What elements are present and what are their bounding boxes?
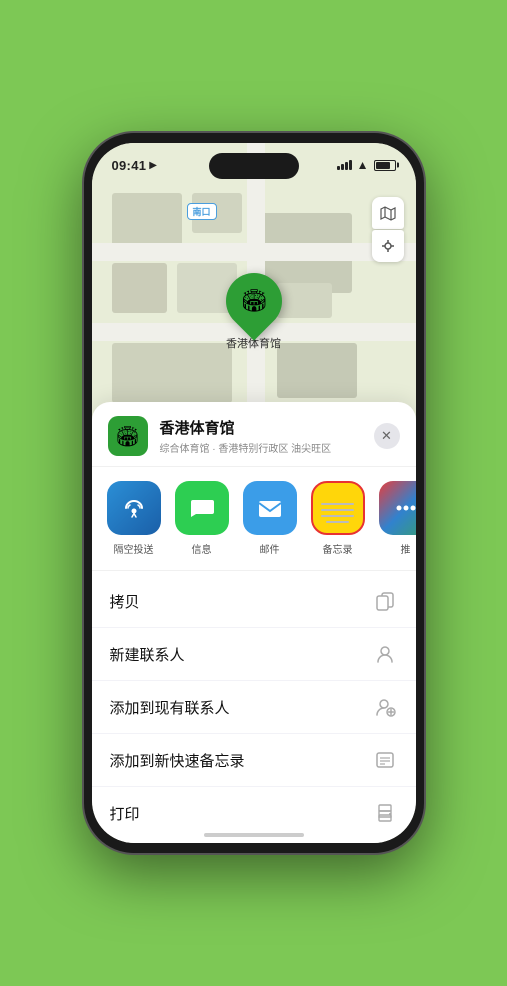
action-list: 拷贝 新建联系人 bbox=[92, 571, 416, 843]
pin-emoji: 🏟 bbox=[240, 288, 268, 314]
share-item-notes[interactable]: 备忘录 bbox=[308, 481, 368, 556]
new-contact-icon bbox=[372, 641, 398, 667]
notes-label: 备忘录 bbox=[323, 541, 353, 556]
status-time: 09:41 bbox=[112, 158, 147, 173]
action-add-existing-label: 添加到现有联系人 bbox=[110, 697, 230, 718]
action-add-existing-contact[interactable]: 添加到现有联系人 bbox=[92, 681, 416, 734]
message-icon bbox=[175, 481, 229, 535]
action-print[interactable]: 打印 bbox=[92, 787, 416, 839]
airdrop-icon bbox=[107, 481, 161, 535]
action-copy-label: 拷贝 bbox=[110, 591, 140, 612]
battery-icon bbox=[374, 160, 396, 171]
action-copy[interactable]: 拷贝 bbox=[92, 575, 416, 628]
action-new-contact[interactable]: 新建联系人 bbox=[92, 628, 416, 681]
mail-icon bbox=[243, 481, 297, 535]
location-arrow-icon: ▶ bbox=[149, 160, 157, 171]
dynamic-island bbox=[209, 153, 299, 179]
close-button[interactable]: ✕ bbox=[374, 423, 400, 449]
share-row: 隔空投送 信息 bbox=[92, 467, 416, 571]
message-label: 信息 bbox=[192, 541, 212, 556]
location-button[interactable] bbox=[372, 230, 404, 262]
venue-name: 香港体育馆 bbox=[160, 417, 362, 438]
add-contact-icon bbox=[372, 694, 398, 720]
phone-frame: 09:41 ▶ ▲ bbox=[84, 133, 424, 853]
share-item-airdrop[interactable]: 隔空投送 bbox=[104, 481, 164, 556]
venue-subtitle: 综合体育馆 · 香港特别行政区 油尖旺区 bbox=[160, 440, 362, 455]
mail-label: 邮件 bbox=[260, 541, 280, 556]
map-label: 南口 bbox=[187, 203, 217, 220]
pin-marker: 🏟 bbox=[214, 261, 293, 340]
share-item-mail[interactable]: 邮件 bbox=[240, 481, 300, 556]
phone-screen: 09:41 ▶ ▲ bbox=[92, 143, 416, 843]
printer-icon bbox=[372, 800, 398, 826]
bottom-sheet: 🏟 香港体育馆 综合体育馆 · 香港特别行政区 油尖旺区 ✕ bbox=[92, 402, 416, 843]
quick-note-icon bbox=[372, 747, 398, 773]
share-item-more[interactable]: 推 bbox=[376, 481, 416, 556]
status-icons: ▲ bbox=[337, 158, 396, 172]
more-icon bbox=[379, 481, 416, 535]
location-pin: 🏟 香港体育馆 bbox=[226, 273, 282, 351]
home-indicator bbox=[204, 833, 304, 837]
action-print-label: 打印 bbox=[110, 803, 140, 824]
airdrop-label: 隔空投送 bbox=[114, 541, 154, 556]
venue-icon: 🏟 bbox=[108, 416, 148, 456]
venue-info: 香港体育馆 综合体育馆 · 香港特别行政区 油尖旺区 bbox=[160, 417, 362, 455]
share-item-message[interactable]: 信息 bbox=[172, 481, 232, 556]
map-type-button[interactable] bbox=[372, 197, 404, 229]
signal-bars-icon bbox=[337, 160, 352, 170]
wifi-icon: ▲ bbox=[357, 158, 369, 172]
action-new-contact-label: 新建联系人 bbox=[110, 644, 185, 665]
venue-header: 🏟 香港体育馆 综合体育馆 · 香港特别行政区 油尖旺区 ✕ bbox=[92, 402, 416, 467]
venue-emoji: 🏟 bbox=[115, 424, 140, 449]
action-add-note-label: 添加到新快速备忘录 bbox=[110, 750, 245, 771]
action-add-quick-note[interactable]: 添加到新快速备忘录 bbox=[92, 734, 416, 787]
copy-icon bbox=[372, 588, 398, 614]
map-controls bbox=[372, 197, 404, 262]
notes-icon bbox=[311, 481, 365, 535]
more-label: 推 bbox=[401, 541, 411, 556]
